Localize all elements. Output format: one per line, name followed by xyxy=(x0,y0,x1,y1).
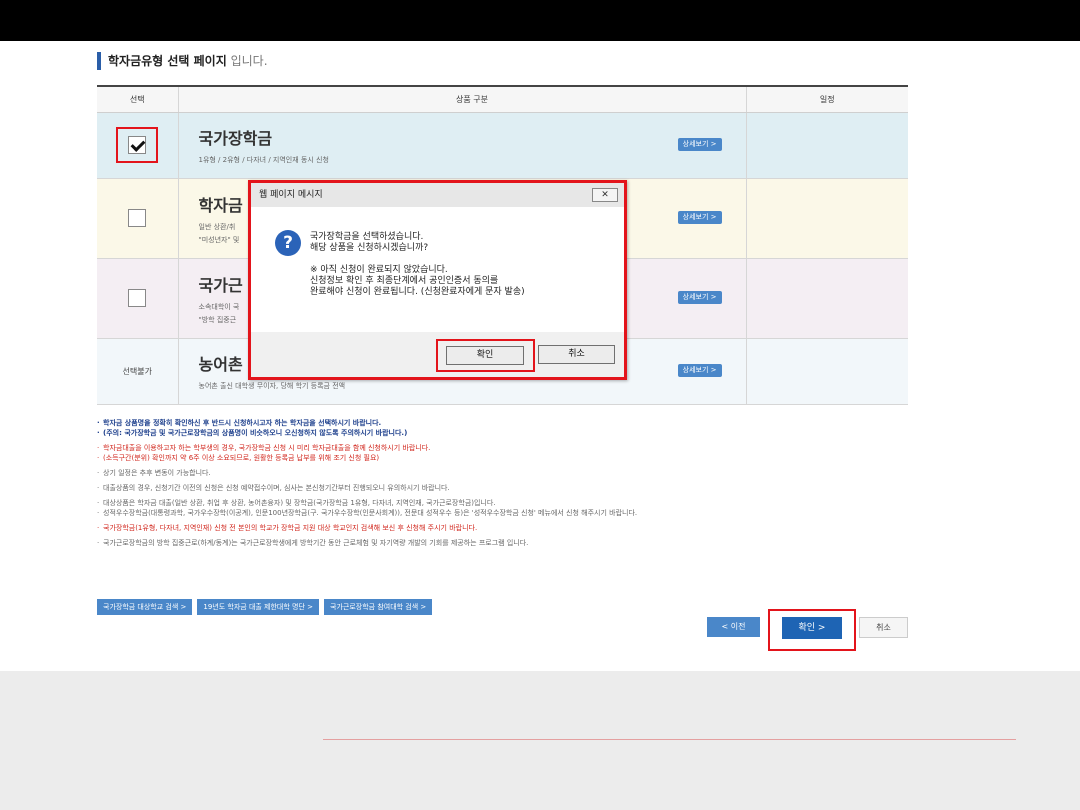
checkbox-student-loan[interactable] xyxy=(128,209,147,227)
web-page-message-dialog: 웹 페이지 메시지 ✕ ? 국가장학금을 선택하셨습니다. 해당 상품을 신청하… xyxy=(248,180,627,380)
column-header-product: 상품 구분 xyxy=(178,86,747,113)
dialog-message-line: 해당 상품을 신청하시겠습니까? xyxy=(310,243,429,253)
dialog-message: 국가장학금을 선택하셨습니다. 해당 상품을 신청하시겠습니까? ※ 아직 신청… xyxy=(310,232,525,298)
confirm-button-highlight: 확인 > xyxy=(768,609,856,651)
close-icon[interactable]: ✕ xyxy=(592,188,618,202)
confirm-button[interactable]: 확인 > xyxy=(782,617,842,639)
notice-item: 대상상품은 학자금 대출(일반 상환, 취업 후 상환, 농어촌융자) 및 장학… xyxy=(97,498,908,508)
top-bar xyxy=(0,0,1080,41)
notice-item: 국가근로장학금의 방학 집중근로(하계/동계)는 국가근로장학생에게 방학기간 … xyxy=(97,538,908,548)
question-icon: ? xyxy=(275,230,301,256)
table-row: 국가장학금 1유형 / 2유형 / 다자녀 / 지역인재 동시 신청 상세보기 … xyxy=(97,112,908,179)
dialog-title: 웹 페이지 메시지 xyxy=(259,190,323,200)
cancel-button[interactable]: 취소 xyxy=(859,617,908,638)
table-header-row: 선택 상품 구분 일정 xyxy=(97,86,908,113)
select-cell xyxy=(97,112,179,179)
dialog-ok-button[interactable]: 확인 xyxy=(446,346,524,365)
schedule-cell xyxy=(746,178,908,259)
select-cell xyxy=(97,178,179,259)
select-cell xyxy=(97,258,179,339)
dialog-cancel-button[interactable]: 취소 xyxy=(538,345,615,364)
work-study-school-search-button[interactable]: 국가근로장학금 참여대학 검색 > xyxy=(324,599,433,615)
notice-item: (주의: 국가장학금 및 국가근로장학금의 상품명이 비슷하오니 오신청하지 않… xyxy=(97,428,908,438)
footer-divider xyxy=(323,739,1016,740)
dialog-message-line: 국가장학금을 선택하셨습니다. xyxy=(310,232,424,242)
select-cell: 선택불가 xyxy=(97,338,179,405)
notice-item: 성적우수장학금(대통령과학, 국가우수장학(이공계), 인문100년장학금(구.… xyxy=(97,508,908,518)
dialog-message-line: 완료해야 신청이 완료됩니다. (신청완료자에게 문자 발송) xyxy=(310,287,525,297)
checkbox-highlight xyxy=(116,127,159,163)
product-cell: 국가장학금 1유형 / 2유형 / 다자녀 / 지역인재 동시 신청 상세보기 … xyxy=(178,112,747,179)
dialog-titlebar: 웹 페이지 메시지 ✕ xyxy=(251,183,624,207)
page-title: 학자금유형 선택 페이지 입니다. xyxy=(97,52,268,70)
footer xyxy=(0,671,1080,810)
notice-item: 학자금대출을 이용하고자 하는 학부생의 경우, 국가장학금 신청 시 미리 학… xyxy=(97,443,908,453)
schedule-cell xyxy=(746,338,908,405)
detail-button[interactable]: 상세보기 > xyxy=(677,364,722,377)
detail-button[interactable]: 상세보기 > xyxy=(677,138,722,151)
schedule-cell xyxy=(746,258,908,339)
product-description: 1유형 / 2유형 / 다자녀 / 지역인재 동시 신청 xyxy=(198,156,329,164)
product-description: 농어촌 출신 대학생 무이자, 당해 학기 등록금 전액 xyxy=(198,382,346,390)
notice-item: 상기 일정은 추후 변동이 가능합니다. xyxy=(97,468,908,478)
previous-button[interactable]: < 이전 xyxy=(707,617,760,637)
checkbox-national-scholarship[interactable] xyxy=(128,136,147,154)
column-header-select: 선택 xyxy=(97,86,179,113)
detail-button[interactable]: 상세보기 > xyxy=(677,291,722,304)
dialog-ok-highlight: 확인 xyxy=(436,339,535,372)
column-header-schedule: 일정 xyxy=(746,86,908,113)
detail-button[interactable]: 상세보기 > xyxy=(677,211,722,224)
notice-item: 국가장학금(1유형, 다자녀, 지역인재) 신청 전 본인의 학교가 장학금 지… xyxy=(97,523,908,533)
product-name: 국가장학금 xyxy=(198,129,273,148)
notice-item: 대출상품의 경우, 신청기간 이전의 신청은 신청 예약접수이며, 심사는 본신… xyxy=(97,483,908,493)
checkbox-work-study[interactable] xyxy=(128,289,147,307)
link-button-group: 국가장학금 대상학교 검색 > 19년도 학자금 대출 제한대학 명단 > 국가… xyxy=(97,599,437,615)
page-title-strong: 학자금유형 선택 페이지 xyxy=(108,54,227,68)
dialog-message-line: ※ 아직 신청이 완료되지 않았습니다. xyxy=(310,265,448,275)
notice-list: 학자금 상품명을 정확히 확인하신 후 반드시 신청하시고자 하는 학자금을 선… xyxy=(97,418,908,553)
page-title-suffix: 입니다. xyxy=(230,54,268,68)
unavailable-label: 선택불가 xyxy=(122,366,152,376)
schedule-cell xyxy=(746,112,908,179)
dialog-body: ? 국가장학금을 선택하셨습니다. 해당 상품을 신청하시겠습니까? ※ 아직 … xyxy=(251,207,624,332)
notice-item: (소득구간(분위) 확인까지 약 6주 이상 소요되므로, 원활한 등록금 납부… xyxy=(97,453,908,463)
dialog-message-line: 신청정보 확인 후 최종단계에서 공인인증서 동의를 xyxy=(310,276,499,286)
notice-item: 학자금 상품명을 정확히 확인하신 후 반드시 신청하시고자 하는 학자금을 선… xyxy=(97,418,908,428)
loan-restricted-list-button[interactable]: 19년도 학자금 대출 제한대학 명단 > xyxy=(197,599,320,615)
school-search-button[interactable]: 국가장학금 대상학교 검색 > xyxy=(97,599,193,615)
